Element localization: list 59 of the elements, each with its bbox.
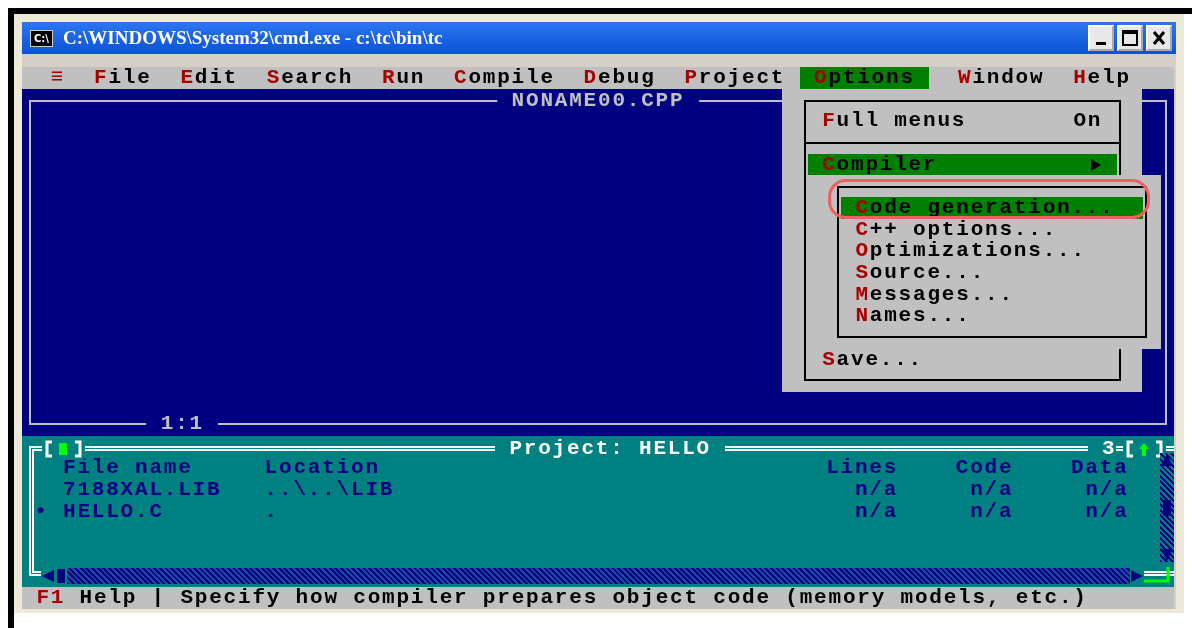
maximize-icon xyxy=(1122,30,1138,46)
table-cell-text: n/a xyxy=(1084,478,1129,501)
menu-option[interactable]: Code generation... xyxy=(841,197,1143,219)
table-cell-text: ..\..\LIB xyxy=(264,478,396,501)
menu-item[interactable]: P roject xyxy=(670,67,800,89)
menu-item[interactable]: Help xyxy=(1058,67,1146,89)
menu-item[interactable]: Options xyxy=(799,67,930,89)
status-hint: Specify how compiler prepares object code (memory models, etc.) xyxy=(180,587,1088,609)
menu-item[interactable]: File xyxy=(79,67,166,89)
table-cell-text: HELLO.C xyxy=(63,500,165,523)
maximize-button[interactable] xyxy=(1117,25,1143,51)
down-arrow-icon[interactable] xyxy=(1159,547,1174,562)
left-arrow-icon[interactable] xyxy=(41,569,56,584)
column-header: Location xyxy=(264,457,381,479)
close-button[interactable] xyxy=(1146,25,1172,51)
help-key-hint[interactable]: F1 Help xyxy=(36,587,138,609)
menu-option[interactable]: Names... xyxy=(841,305,1143,328)
menu-item[interactable]: Debug xyxy=(569,67,670,89)
table-cell-text: n/a xyxy=(969,500,1014,523)
project-title: Project: HELLO xyxy=(495,437,726,460)
window-title: C:\WINDOWS\System32\cmd.exe - c:\tc\bin\tc xyxy=(63,27,444,49)
table-cell-text: 7188XAL.LIB xyxy=(63,478,223,501)
menu-item[interactable]: Window xyxy=(943,67,1059,89)
separator: | xyxy=(151,587,166,609)
current-file-marker: • xyxy=(34,499,49,523)
menu-option[interactable]: C++ options... xyxy=(841,218,1143,241)
table-cell-text: n/a xyxy=(969,478,1014,501)
column-header: Data xyxy=(1069,457,1129,479)
menu-option[interactable]: Optimizations... xyxy=(841,240,1143,263)
column-header: Lines xyxy=(825,457,899,479)
menu-option[interactable]: Source... xyxy=(841,262,1143,284)
scroll-thumb[interactable] xyxy=(57,569,66,584)
menu-option[interactable]: Messages... xyxy=(841,283,1143,306)
table-cell-text: n/a xyxy=(1084,500,1129,523)
submenu-arrow-icon xyxy=(1090,157,1103,172)
horizontal-scrollbar[interactable] xyxy=(41,568,1144,585)
vertical-scrollbar[interactable] xyxy=(1159,453,1174,562)
table-cell-text: . xyxy=(264,500,280,523)
close-icon xyxy=(1152,30,1166,46)
menu-option[interactable]: Full menus On xyxy=(807,110,1117,132)
menu-option[interactable]: Save... xyxy=(807,348,1117,371)
console-icon: C:\ xyxy=(30,29,53,47)
zoom-box-icon[interactable] xyxy=(1123,439,1166,460)
menu-item[interactable]: Search xyxy=(252,67,368,89)
up-arrow-icon[interactable] xyxy=(1159,453,1174,468)
table-cell-text: n/a xyxy=(853,500,899,523)
column-header: File name xyxy=(63,457,194,479)
resize-corner-icon[interactable] xyxy=(1144,567,1170,584)
menu-item[interactable]: Run xyxy=(367,67,440,89)
system-menu-button[interactable]: ≡ xyxy=(36,67,80,89)
scroll-thumb[interactable] xyxy=(1162,499,1171,516)
minimize-button[interactable] xyxy=(1088,25,1114,51)
menu-item[interactable]: Edit xyxy=(166,67,253,89)
table-cell-text: n/a xyxy=(853,478,899,501)
right-arrow-icon[interactable] xyxy=(1130,569,1144,584)
column-header: Code xyxy=(954,457,1014,479)
menu-item[interactable]: Compile xyxy=(439,67,570,89)
menu-option[interactable]: Compiler xyxy=(807,153,1117,176)
minimize-icon xyxy=(1096,41,1106,45)
